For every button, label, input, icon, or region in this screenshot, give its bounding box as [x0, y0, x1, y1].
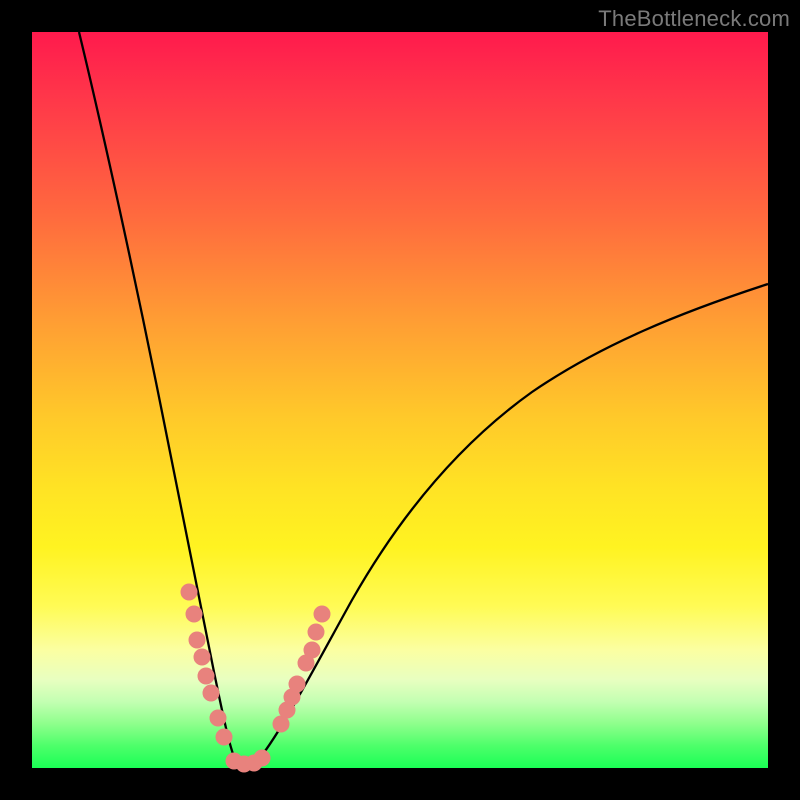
- marker-dot: [210, 710, 226, 726]
- curve-right-branch: [254, 284, 768, 765]
- marker-dot: [304, 642, 320, 658]
- marker-dot: [254, 750, 270, 766]
- marker-dot: [198, 668, 214, 684]
- marker-dot: [314, 606, 330, 622]
- marker-dot: [216, 729, 232, 745]
- chart-frame: TheBottleneck.com: [0, 0, 800, 800]
- watermark-text: TheBottleneck.com: [598, 6, 790, 32]
- marker-dot: [289, 676, 305, 692]
- chart-svg: [32, 32, 768, 768]
- marker-dot: [189, 632, 205, 648]
- marker-dot: [194, 649, 210, 665]
- curve-left-branch: [79, 32, 237, 764]
- marker-dot: [186, 606, 202, 622]
- plot-area: [32, 32, 768, 768]
- marker-dot: [308, 624, 324, 640]
- marker-dot: [181, 584, 197, 600]
- marker-dot: [203, 685, 219, 701]
